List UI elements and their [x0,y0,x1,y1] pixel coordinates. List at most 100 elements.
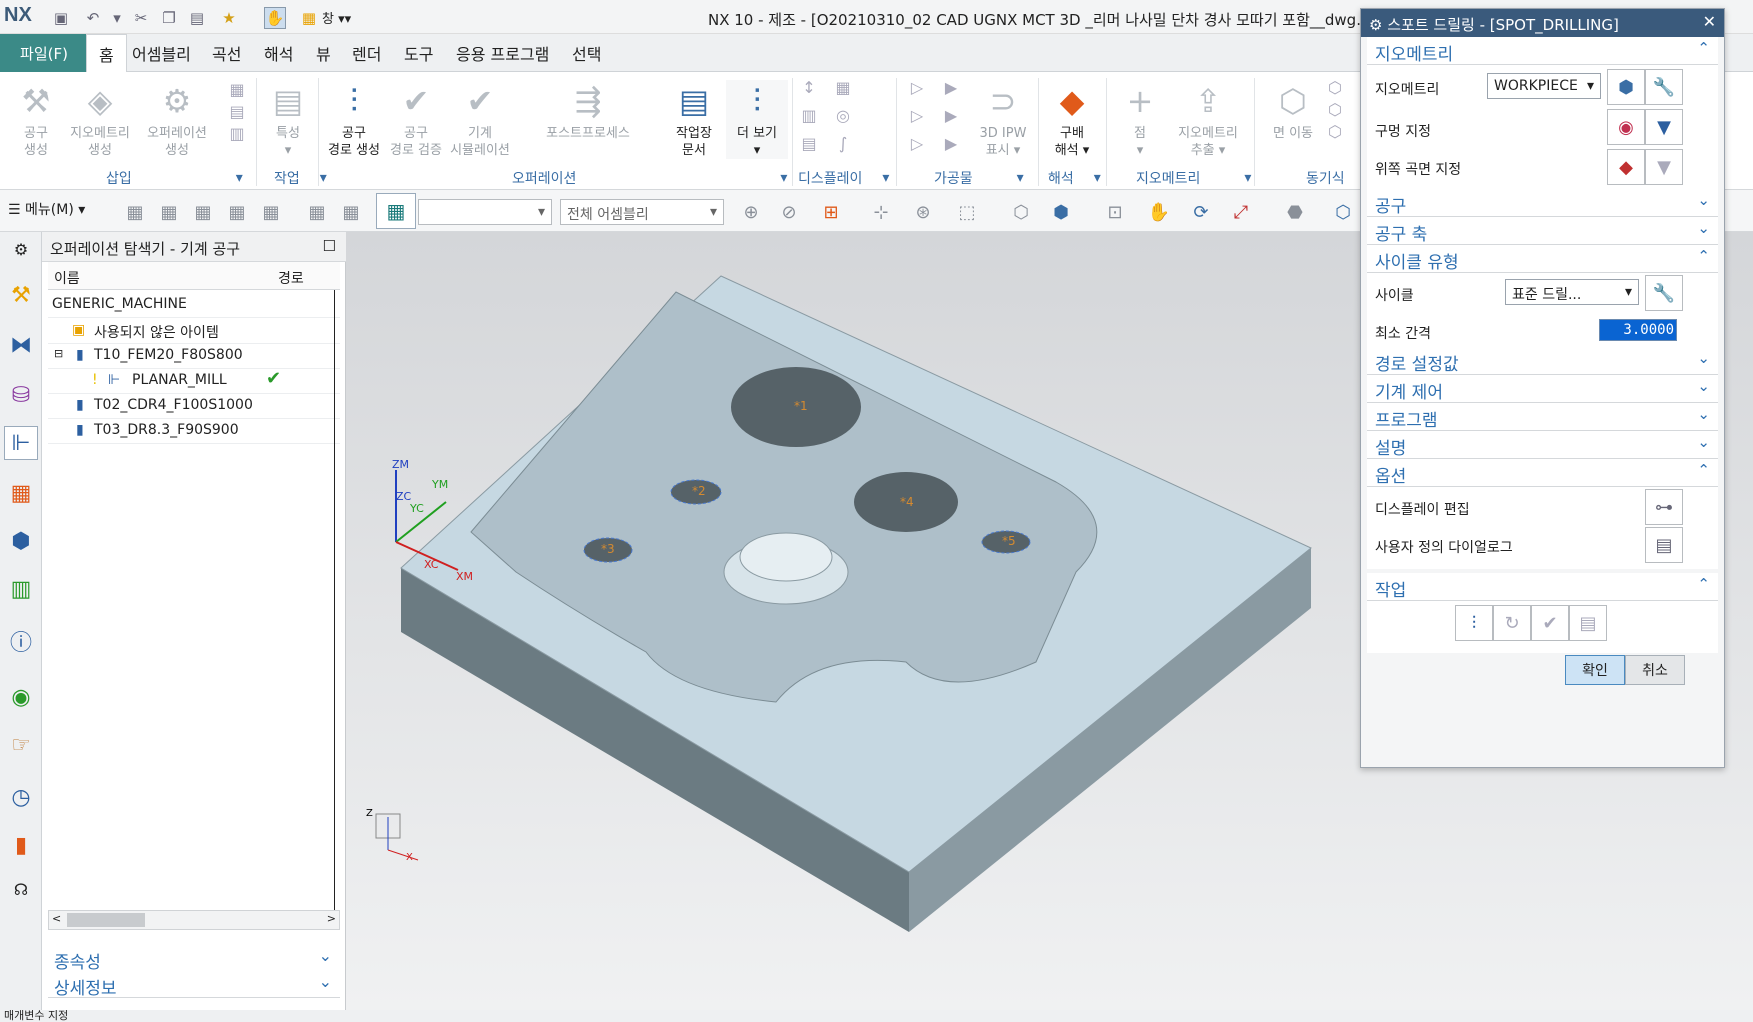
sync-icon-3[interactable]: ⬡ [1324,120,1346,142]
display-edit-button[interactable]: ⊶ [1645,489,1683,525]
custom-dialog-button[interactable]: ▤ [1645,527,1683,563]
display-icon-1[interactable]: ↕ [798,76,820,98]
workpiece-icon-4[interactable]: ▶ [940,104,962,126]
machine-tool-view-icon[interactable]: ⚒ [4,278,38,312]
workpiece-icon-3[interactable]: ▷ [906,104,928,126]
move-face-button[interactable]: ⬡ 면 이동 [1262,80,1324,142]
machine-control-section[interactable]: 기계 제어 ⌄ [1367,375,1718,403]
tab-applications[interactable]: 응용 프로그램 [444,34,561,72]
cycle-select[interactable]: 표준 드릴... ▾ [1505,279,1639,305]
filter-icon-2[interactable]: ▦ [156,199,182,225]
ipw-button[interactable]: ⊃ 3D IPW 표시 ▾ [970,80,1036,159]
filter-icon-7[interactable]: ▦ [338,199,364,225]
part-navigator-icon[interactable]: ▦ [4,476,38,510]
copy-icon[interactable]: ❐ [158,7,180,29]
snap-icon-1[interactable]: ⊕ [738,199,764,225]
rotate-icon[interactable]: ⟳ [1188,199,1214,225]
tab-tools[interactable]: 도구 [392,34,445,72]
tree-row[interactable]: ▮ T03_DR8.3_F90S900 [48,416,340,444]
save-icon[interactable]: ▣ [50,7,72,29]
gradient-analysis-button[interactable]: ◆ 구배 해석 ▾ [1042,80,1102,159]
clock-icon[interactable]: ◷ [4,780,38,814]
workpiece-icon-1[interactable]: ▷ [906,76,928,98]
actions-section[interactable]: 작업 ⌃ [1367,573,1718,601]
tool-small-icon[interactable]: ▦ [226,78,248,100]
description-section[interactable]: 설명 ⌄ [1367,431,1718,459]
web-browser-icon[interactable]: ◉ [4,680,38,714]
tree-row[interactable]: ⊟ ▮ T10_FEM20_F80S800 [48,341,340,369]
workpiece-icon-6[interactable]: ▶ [940,132,962,154]
tab-assembly[interactable]: 어셈블리 [120,34,203,72]
maximize-icon[interactable]: ☐ [323,237,336,255]
tab-curve[interactable]: 곡선 [200,34,253,72]
display-icon-5[interactable]: ▤ [798,132,820,154]
tool-axis-section[interactable]: 공구 축 ⌄ [1367,217,1718,245]
tab-file[interactable]: 파일(F) [0,34,88,72]
details-section[interactable]: 상세정보 ⌄ [48,970,340,999]
create-operation-button[interactable]: ⚙ 오퍼레이션 생성 [138,80,216,159]
star-icon[interactable]: ★ [218,7,240,29]
properties-button[interactable]: ▤ 특성 ▾ [260,80,316,159]
tab-select[interactable]: 선택 [560,34,613,72]
collapse-icon[interactable]: ⊟ [54,347,63,360]
postprocess-button[interactable]: ⇶ 포스트프로세스 [540,80,636,142]
point-button[interactable]: + 점 ▾ [1118,80,1162,159]
display-icon-4[interactable]: ◎ [832,104,854,126]
tool-section[interactable]: 공구 ⌄ [1367,189,1718,217]
geometry-select[interactable]: WORKPIECE ▾ [1487,73,1601,99]
horizontal-scrollbar[interactable]: < > [48,910,340,930]
program-order-view-icon[interactable]: ⧓ [4,328,38,362]
paste-icon[interactable]: ▤ [186,7,208,29]
scroll-right-icon[interactable]: > [327,912,336,925]
tab-render[interactable]: 렌더 [340,34,393,72]
view-icon-1[interactable]: ⬡ [1008,199,1034,225]
tab-view[interactable]: 뷰 [304,34,343,72]
display-icon-2[interactable]: ▦ [832,76,854,98]
filter-icon-1[interactable]: ▦ [122,199,148,225]
history-pointer-icon[interactable]: ☞ [4,728,38,762]
scroll-left-icon[interactable]: < [52,912,61,925]
method-small-icon[interactable]: ▤ [226,100,248,122]
show-hole-button[interactable]: ▼ [1645,109,1683,145]
snap-icon-4[interactable]: ⊛ [910,199,936,225]
ok-button[interactable]: 확인 [1565,655,1625,685]
view-icon-2[interactable]: ⬢ [1048,199,1074,225]
box-select-icon[interactable]: ⬚ [954,199,980,225]
filter-icon-6[interactable]: ▦ [304,199,330,225]
select-top-surface-button[interactable]: ◆ [1607,149,1645,185]
create-geometry-button[interactable]: ◈ 지오메트리 생성 [64,80,136,159]
geometry-section[interactable]: 지오메트리 ⌃ [1367,37,1718,65]
tab-analysis[interactable]: 해석 [252,34,305,72]
sync-icon-1[interactable]: ⬡ [1324,76,1346,98]
tree-row[interactable]: ▮ T02_CDR4_F100S1000 [48,391,340,419]
menu-button[interactable]: ☰ 메뉴(M) ▾ [8,199,85,219]
window-menu[interactable]: 창 ▾▾ [322,8,351,27]
cut-icon[interactable]: ✂ [130,7,152,29]
display-icon-3[interactable]: ▥ [798,104,820,126]
close-icon[interactable]: ✕ [1703,12,1716,31]
workpiece-icon-2[interactable]: ▶ [940,76,962,98]
sync-icon-2[interactable]: ⬡ [1324,98,1346,120]
type-filter-combo[interactable]: ▾ [418,199,552,225]
column-path[interactable]: 경로 [278,268,304,288]
replay-button[interactable]: ↻ [1493,605,1531,641]
select-hole-button[interactable]: ◉ [1607,109,1645,145]
machine-sim-button[interactable]: ✔ 기계 시뮬레이션 [444,80,516,159]
options-section[interactable]: 옵션 ⌃ [1367,459,1718,487]
gear-icon[interactable]: ⚙ [4,232,38,266]
method-view-icon[interactable]: ⛁ [4,378,38,412]
column-name[interactable]: 이름 [54,268,80,288]
roles-icon[interactable]: ☊ [4,872,38,906]
cycle-type-section[interactable]: 사이클 유형 ⌃ [1367,245,1718,273]
assembly-navigator-icon[interactable]: ⬢ [4,524,38,558]
edit-cycle-button[interactable]: 🔧 [1645,275,1683,311]
selection-filter-icon[interactable]: ⊞ [818,199,844,225]
filter-icon-3[interactable]: ▦ [190,199,216,225]
dependencies-section[interactable]: 종속성 ⌄ [48,944,340,973]
scroll-thumb[interactable] [67,913,145,927]
more-button[interactable]: ⫶ 더 보기 ▾ [726,80,788,159]
show-top-surface-button[interactable]: ▼ [1645,149,1683,185]
operation-navigator-icon[interactable]: ⊩ [4,426,38,460]
edit-geometry-button[interactable]: 🔧 [1645,69,1683,105]
program-section[interactable]: 프로그램 ⌄ [1367,403,1718,431]
